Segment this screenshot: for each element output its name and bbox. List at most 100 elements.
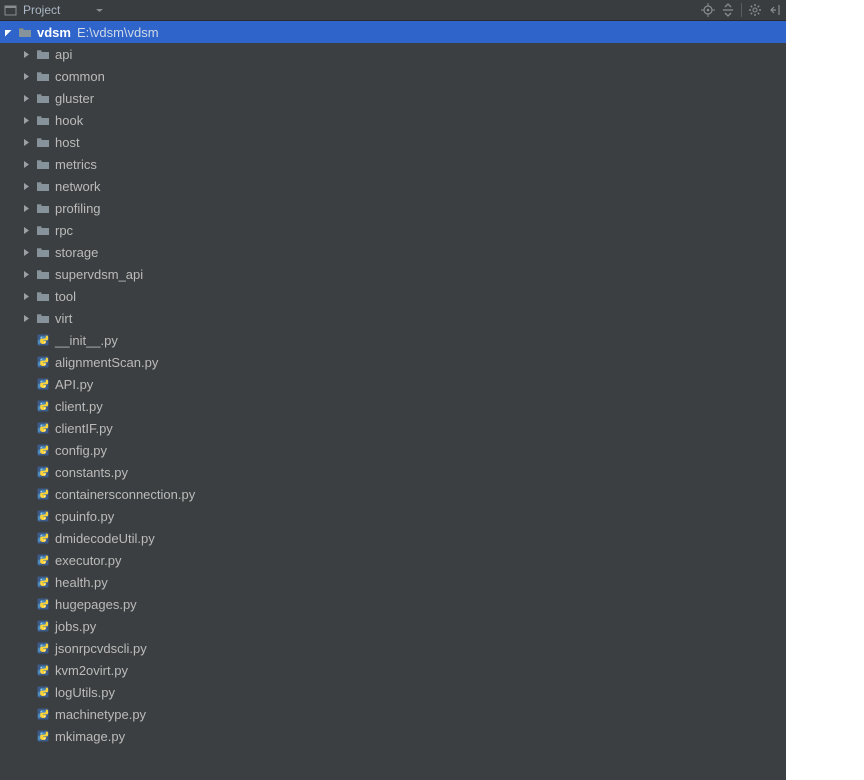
tree-file-node[interactable]: kvm2ovirt.py [0, 659, 786, 681]
tree-node-label: health.py [55, 575, 108, 590]
tree-file-node[interactable]: dmidecodeUtil.py [0, 527, 786, 549]
tree-node-label: kvm2ovirt.py [55, 663, 128, 678]
tree-node-label: API.py [55, 377, 93, 392]
tree-node-label: vdsm [37, 25, 71, 40]
python-file-icon [36, 663, 50, 677]
expand-arrow-icon[interactable] [22, 138, 31, 147]
tree-folder-node[interactable]: common [0, 65, 786, 87]
expand-arrow-icon[interactable] [22, 292, 31, 301]
python-file-icon [36, 597, 50, 611]
tree-node-label: mkimage.py [55, 729, 125, 744]
tree-folder-node[interactable]: network [0, 175, 786, 197]
tree-file-node[interactable]: alignmentScan.py [0, 351, 786, 373]
tree-file-node[interactable]: cpuinfo.py [0, 505, 786, 527]
tree-node-label: constants.py [55, 465, 128, 480]
python-file-icon [36, 421, 50, 435]
folder-icon [18, 25, 32, 39]
tree-node-label: host [55, 135, 80, 150]
tree-file-node[interactable]: executor.py [0, 549, 786, 571]
folder-icon [36, 179, 50, 193]
tree-folder-node[interactable]: gluster [0, 87, 786, 109]
python-file-icon [36, 641, 50, 655]
expand-arrow-icon[interactable] [22, 248, 31, 257]
tree-file-node[interactable]: clientIF.py [0, 417, 786, 439]
tree-file-node[interactable]: config.py [0, 439, 786, 461]
tree-folder-node[interactable]: host [0, 131, 786, 153]
tree-node-label: metrics [55, 157, 97, 172]
tree-node-label: virt [55, 311, 72, 326]
expand-arrow-icon[interactable] [22, 50, 31, 59]
expand-arrow-icon[interactable] [22, 314, 31, 323]
tree-file-node[interactable]: API.py [0, 373, 786, 395]
folder-icon [36, 245, 50, 259]
tree-folder-node[interactable]: storage [0, 241, 786, 263]
tree-folder-node[interactable]: metrics [0, 153, 786, 175]
tree-node-label: storage [55, 245, 98, 260]
tree-file-node[interactable]: client.py [0, 395, 786, 417]
tree-file-node[interactable]: __init__.py [0, 329, 786, 351]
hide-icon[interactable] [768, 3, 782, 17]
expand-arrow-icon[interactable] [22, 182, 31, 191]
tree-file-node[interactable]: jobs.py [0, 615, 786, 637]
python-file-icon [36, 377, 50, 391]
tree-node-label: client.py [55, 399, 103, 414]
tree-file-node[interactable]: logUtils.py [0, 681, 786, 703]
view-selector-dropdown[interactable] [92, 3, 106, 17]
expand-arrow-icon[interactable] [22, 270, 31, 279]
locate-icon[interactable] [701, 3, 715, 17]
tree-root-node[interactable]: vdsm E:\vdsm\vdsm [0, 21, 786, 43]
tree-folder-node[interactable]: supervdsm_api [0, 263, 786, 285]
folder-icon [36, 289, 50, 303]
expand-arrow-icon[interactable] [22, 226, 31, 235]
tree-node-path: E:\vdsm\vdsm [77, 25, 159, 40]
expand-arrow-icon[interactable] [22, 94, 31, 103]
expand-arrow-icon[interactable] [4, 28, 13, 37]
tree-node-label: rpc [55, 223, 73, 238]
project-tree[interactable]: vdsm E:\vdsm\vdsm api common glusterhook ho… [0, 21, 786, 780]
tree-file-node[interactable]: mkimage.py [0, 725, 786, 747]
gear-icon[interactable] [748, 3, 762, 17]
tree-folder-node[interactable]: api [0, 43, 786, 65]
tree-node-label: supervdsm_api [55, 267, 143, 282]
tree-node-label: executor.py [55, 553, 122, 568]
tree-file-node[interactable]: machinetype.py [0, 703, 786, 725]
python-file-icon [36, 443, 50, 457]
python-file-icon [36, 619, 50, 633]
python-file-icon [36, 333, 50, 347]
tree-node-label: dmidecodeUtil.py [55, 531, 155, 546]
tree-node-label: tool [55, 289, 76, 304]
tree-file-node[interactable]: jsonrpcvdscli.py [0, 637, 786, 659]
python-file-icon [36, 553, 50, 567]
tree-node-label: containersconnection.py [55, 487, 195, 502]
tree-node-label: __init__.py [55, 333, 118, 348]
expand-arrow-icon[interactable] [22, 160, 31, 169]
tree-folder-node[interactable]: hook [0, 109, 786, 131]
python-file-icon [36, 729, 50, 743]
python-file-icon [36, 575, 50, 589]
tree-folder-node[interactable]: rpc [0, 219, 786, 241]
expand-arrow-icon[interactable] [22, 204, 31, 213]
collapse-all-icon[interactable] [721, 3, 735, 17]
tree-node-label: machinetype.py [55, 707, 146, 722]
project-tool-window: Project [0, 0, 786, 780]
python-file-icon [36, 685, 50, 699]
expand-arrow-icon[interactable] [22, 72, 31, 81]
tree-node-label: common [55, 69, 105, 84]
tree-file-node[interactable]: health.py [0, 571, 786, 593]
tree-folder-node[interactable]: tool [0, 285, 786, 307]
tree-node-label: jsonrpcvdscli.py [55, 641, 147, 656]
python-file-icon [36, 509, 50, 523]
expand-arrow-icon[interactable] [22, 116, 31, 125]
toolbar-title[interactable]: Project [23, 3, 60, 17]
tree-folder-node[interactable]: profiling [0, 197, 786, 219]
tree-file-node[interactable]: containersconnection.py [0, 483, 786, 505]
tree-node-label: logUtils.py [55, 685, 115, 700]
tree-file-node[interactable]: hugepages.py [0, 593, 786, 615]
python-file-icon [36, 487, 50, 501]
toolbar-right-group [701, 3, 782, 17]
tree-file-node[interactable]: constants.py [0, 461, 786, 483]
folder-icon [36, 113, 50, 127]
python-file-icon [36, 531, 50, 545]
folder-icon [36, 201, 50, 215]
tree-folder-node[interactable]: virt [0, 307, 786, 329]
